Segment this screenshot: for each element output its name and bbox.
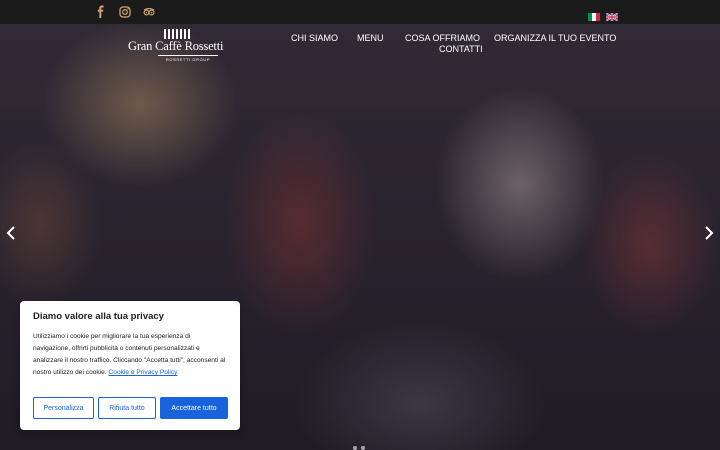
top-bar: [0, 0, 720, 24]
nav-contatti[interactable]: CONTATTI: [439, 44, 483, 54]
instagram-icon[interactable]: [118, 5, 132, 19]
nav-menu[interactable]: MENU: [357, 33, 384, 43]
slider-dots: [353, 446, 365, 450]
english-flag-icon[interactable]: [605, 8, 619, 22]
nav-chi-siamo[interactable]: CHI SIAMO: [291, 33, 338, 43]
customize-button[interactable]: Personalizza: [33, 397, 94, 419]
language-switcher: [588, 8, 619, 22]
logo-mark: [164, 29, 190, 39]
cookie-description: Utilizziamo i cookie per migliorare la t…: [33, 331, 227, 379]
facebook-icon[interactable]: [94, 5, 108, 19]
slider-dot[interactable]: [353, 446, 357, 450]
cookie-policy-link[interactable]: Cookie e Privacy Policy: [109, 369, 178, 376]
slider-next-arrow-icon[interactable]: [704, 226, 714, 240]
nav-organizza-evento[interactable]: ORGANIZZA IL TUO EVENTO: [494, 33, 616, 43]
accept-all-button[interactable]: Accettare tutto: [160, 397, 228, 419]
cookie-consent-banner: Diamo valore alla tua privacy Utilizziam…: [20, 301, 240, 430]
logo-subtitle: ROSSETTI GROUP: [158, 55, 218, 62]
logo-name: Gran Caffè Rossetti: [128, 39, 224, 53]
reject-all-button[interactable]: Rifiuta tutto: [98, 397, 156, 419]
nav-cosa-offriamo[interactable]: COSA OFFRIAMO: [405, 33, 480, 43]
tripadvisor-icon[interactable]: [142, 5, 156, 19]
slider-prev-arrow-icon[interactable]: [6, 226, 16, 240]
site-logo[interactable]: Gran Caffè Rossetti ROSSETTI GROUP: [128, 27, 224, 62]
slider-dot[interactable]: [361, 446, 365, 450]
cookie-title: Diamo valore alla tua privacy: [33, 311, 164, 322]
italian-flag-icon[interactable]: [588, 8, 600, 21]
cookie-actions: Personalizza Rifiuta tutto Accettare tut…: [33, 397, 228, 419]
social-links: [94, 5, 156, 19]
